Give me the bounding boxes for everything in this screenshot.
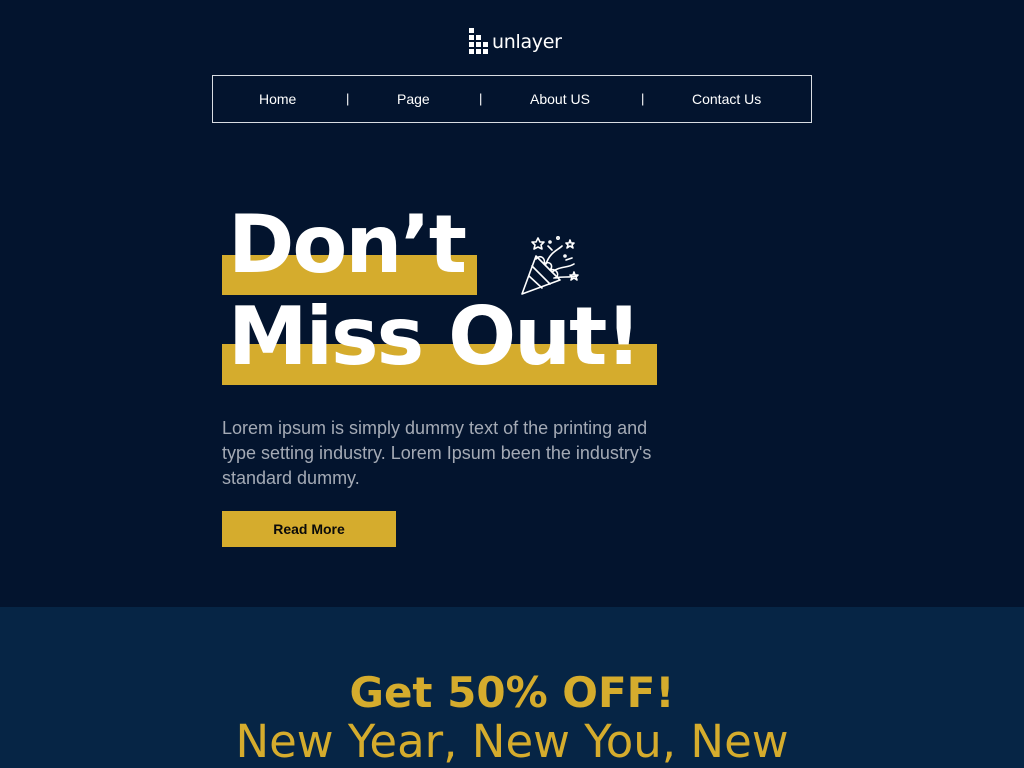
nav-item-page[interactable]: Page — [397, 76, 430, 122]
logo-text: unlayer — [492, 30, 562, 53]
promo-title: Get 50% OFF! — [349, 668, 675, 717]
hero-description: Lorem ipsum is simply dummy text of the … — [222, 418, 652, 488]
navigation-menu: Home | Page | About US | Contact Us — [212, 75, 812, 123]
headline-line-2: Miss Out! — [228, 290, 642, 383]
nav-separator: | — [641, 91, 645, 106]
headline-line-1: Don’t — [228, 198, 467, 291]
nav-item-about-us[interactable]: About US — [530, 76, 590, 122]
nav-separator: | — [479, 91, 483, 106]
hero-section: unlayer Home | Page | About US | Contact… — [0, 0, 1024, 607]
nav-separator: | — [346, 91, 350, 106]
party-popper-icon — [521, 236, 579, 295]
unlayer-logo-icon — [469, 28, 488, 54]
promo-subtitle: New Year, New You, New — [235, 715, 789, 768]
nav-item-home[interactable]: Home — [259, 76, 296, 122]
nav-item-contact-us[interactable]: Contact Us — [692, 76, 761, 122]
promo-section: Get 50% OFF! New Year, New You, New — [0, 607, 1024, 768]
logo[interactable]: unlayer — [469, 27, 562, 59]
read-more-button[interactable]: Read More — [222, 511, 396, 547]
